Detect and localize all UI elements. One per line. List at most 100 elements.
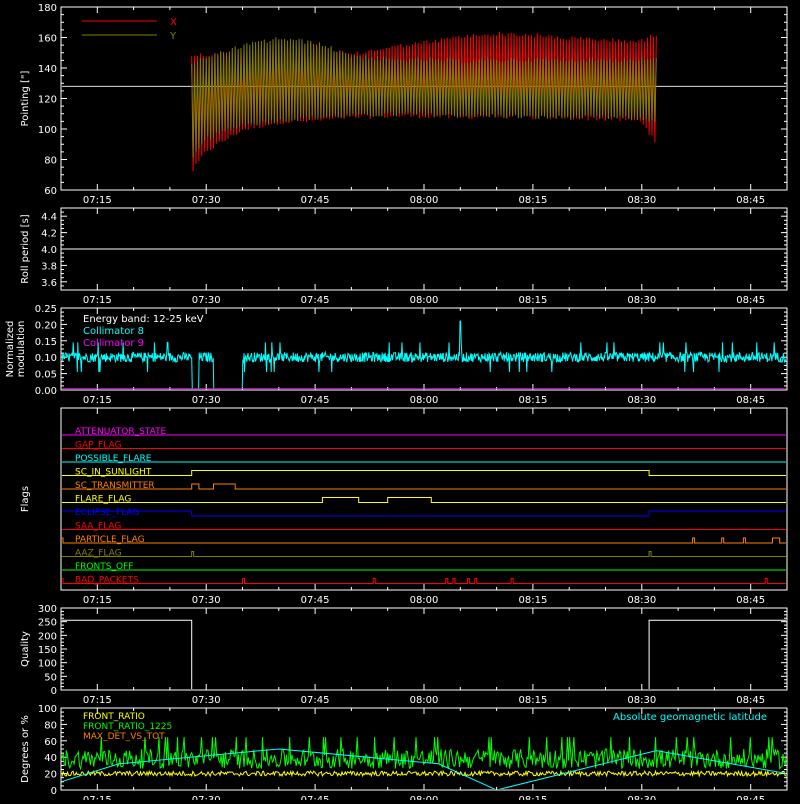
x-tick-label: 07:45 bbox=[301, 795, 330, 800]
x-tick-label: 08:00 bbox=[410, 295, 439, 306]
plot-area bbox=[62, 31, 786, 172]
x-tick-label: 08:45 bbox=[736, 795, 765, 800]
flag-label-eclipse-flag: ECLIPSE_FLAG bbox=[75, 508, 139, 518]
y-tick-label: 4.0 bbox=[41, 245, 57, 256]
y-tick-label: 4.4 bbox=[41, 212, 57, 223]
x-tick-label: 08:15 bbox=[518, 295, 547, 306]
y-tick-label: 60 bbox=[44, 737, 57, 748]
legend-label-front-ratio-1225: FRONT_RATIO_1225 bbox=[83, 722, 172, 732]
y-tick-label: 80 bbox=[44, 156, 57, 167]
y-tick-label: 80 bbox=[44, 720, 57, 731]
panel-5: 07:15 07:30 07:45 08:00 08:15 08:30 08:45 0 50 10… bbox=[20, 604, 788, 706]
x-tick-label: 08:45 bbox=[736, 195, 765, 206]
legend-label-collimator-9: Collimator 9 bbox=[83, 338, 144, 349]
y-tick-label: 140 bbox=[38, 64, 57, 75]
y-tick-label: 0 bbox=[51, 786, 57, 797]
plot-area bbox=[62, 737, 786, 789]
x-tick-label: 08:00 bbox=[410, 395, 439, 406]
x-tick-label: 08:00 bbox=[410, 595, 439, 606]
y-tick-label: 0.10 bbox=[35, 353, 57, 364]
plot-area bbox=[62, 434, 786, 584]
x-tick-label: 07:30 bbox=[192, 195, 221, 206]
series-collimator-8 bbox=[62, 320, 786, 389]
flag-label-sc-transmitter: SC_TRANSMITTER bbox=[75, 481, 155, 491]
flag-label-particle-flag: PARTICLE_FLAG bbox=[75, 535, 145, 545]
y-tick-label: 120 bbox=[38, 95, 57, 106]
x-tick-label: 07:15 bbox=[83, 195, 112, 206]
x-tick-label: 07:45 bbox=[301, 395, 330, 406]
x-tick-label: 08:45 bbox=[736, 295, 765, 306]
x-tick-label: 07:45 bbox=[301, 195, 330, 206]
series-line bbox=[62, 619, 786, 689]
x-tick-label: 08:45 bbox=[736, 695, 765, 706]
energy-band-annotation: Energy band: 12-25 keV bbox=[83, 314, 204, 325]
chart-figure: 07:15 07:30 07:45 08:00 08:15 08:30 08:45 60 80 1… bbox=[0, 0, 800, 804]
x-tick-label: 08:15 bbox=[518, 695, 547, 706]
y-axis-label: modulation bbox=[16, 321, 27, 378]
y-tick-label: 100 bbox=[38, 125, 57, 136]
flag-label-bad-packets: BAD_PACKETS bbox=[75, 576, 139, 586]
flag-label-fronts-off: FRONTS_OFF bbox=[75, 562, 133, 572]
x-tick-label: 07:45 bbox=[301, 295, 330, 306]
panel-2: 07:15 07:30 07:45 08:00 08:15 08:30 08:45 3.6 3.… bbox=[20, 207, 788, 306]
x-tick-label: 08:15 bbox=[518, 395, 547, 406]
x-tick-label: 08:30 bbox=[627, 195, 656, 206]
y-axis-label: Normalized bbox=[5, 321, 16, 378]
x-tick-label: 07:15 bbox=[83, 695, 112, 706]
y-tick-label: 100 bbox=[38, 704, 57, 715]
x-tick-label: 07:15 bbox=[83, 595, 112, 606]
flag-label-possible-flare: POSSIBLE_FLARE bbox=[75, 454, 152, 464]
y-tick-label: 250 bbox=[38, 618, 57, 629]
y-axis-label: Flags bbox=[20, 486, 31, 512]
x-tick-label: 08:00 bbox=[410, 195, 439, 206]
series-absolute-geomagnetic-latitude bbox=[62, 748, 786, 789]
x-tick-label: 07:15 bbox=[83, 795, 112, 800]
x-tick-label: 07:30 bbox=[192, 695, 221, 706]
y-tick-label: 160 bbox=[38, 34, 57, 45]
panel-4: 07:15 07:30 07:45 08:00 08:15 08:30 08:45 Flags… bbox=[20, 407, 788, 606]
y-tick-label: 0 bbox=[51, 686, 57, 697]
flag-line-bad-packets bbox=[62, 578, 786, 584]
flag-line-aaz-flag bbox=[62, 551, 786, 557]
x-tick-label: 07:15 bbox=[83, 395, 112, 406]
x-tick-label: 07:30 bbox=[192, 595, 221, 606]
y-tick-label: 0.25 bbox=[35, 304, 57, 315]
y-tick-label: 180 bbox=[38, 3, 57, 14]
panel-1: 07:15 07:30 07:45 08:00 08:15 08:30 08:45 60 80 1… bbox=[20, 3, 788, 206]
y-tick-label: 100 bbox=[38, 659, 57, 670]
y-tick-label: 3.8 bbox=[41, 261, 57, 272]
y-tick-label: 0.05 bbox=[35, 370, 57, 381]
y-axis-label: Quality bbox=[20, 631, 31, 667]
legend-label-front-ratio: FRONT_RATIO bbox=[83, 712, 145, 722]
flag-line-sc-in-sunlight bbox=[62, 470, 786, 476]
flag-label-sc-in-sunlight: SC_IN_SUNLIGHT bbox=[75, 468, 152, 478]
y-tick-label: 150 bbox=[38, 645, 57, 656]
plot-area bbox=[62, 320, 786, 389]
panel-3: 07:15 07:30 07:45 08:00 08:15 08:30 08:45 0.00 0… bbox=[5, 304, 788, 406]
panel-6: 07:15 07:30 07:45 08:00 08:15 08:30 08:45 0 20 40… bbox=[20, 704, 788, 804]
y-tick-label: 200 bbox=[38, 631, 57, 642]
legend-label-y: Y bbox=[169, 31, 177, 42]
y-tick-label: 0.20 bbox=[35, 320, 57, 331]
flag-label-saa-flag: SAA_FLAG bbox=[75, 522, 121, 532]
y-axis-label: Degrees or % bbox=[20, 715, 31, 783]
y-tick-label: 0.15 bbox=[35, 337, 57, 348]
flag-label-aaz-flag: AAZ_FLAG bbox=[75, 549, 122, 559]
x-tick-label: 08:30 bbox=[627, 295, 656, 306]
flag-line-sc-transmitter bbox=[62, 483, 786, 490]
y-tick-label: 0.00 bbox=[35, 386, 57, 397]
x-tick-label: 08:15 bbox=[518, 595, 547, 606]
series-front-ratio bbox=[62, 769, 786, 778]
flag-label-gap-flag: GAP_FLAG bbox=[75, 441, 121, 451]
y-tick-label: 40 bbox=[44, 753, 57, 764]
y-tick-label: 50 bbox=[44, 672, 57, 683]
y-tick-label: 3.6 bbox=[41, 278, 57, 289]
y-tick-label: 60 bbox=[44, 186, 57, 197]
x-tick-label: 08:45 bbox=[736, 595, 765, 606]
x-tick-label: 08:30 bbox=[627, 695, 656, 706]
x-tick-label: 07:30 bbox=[192, 295, 221, 306]
legend-label-max-det-vs-tot: MAX_DET_VS_TOT bbox=[83, 732, 165, 742]
x-tick-label: 08:30 bbox=[627, 395, 656, 406]
x-tick-label: 08:15 bbox=[518, 195, 547, 206]
y-tick-label: 300 bbox=[38, 604, 57, 615]
